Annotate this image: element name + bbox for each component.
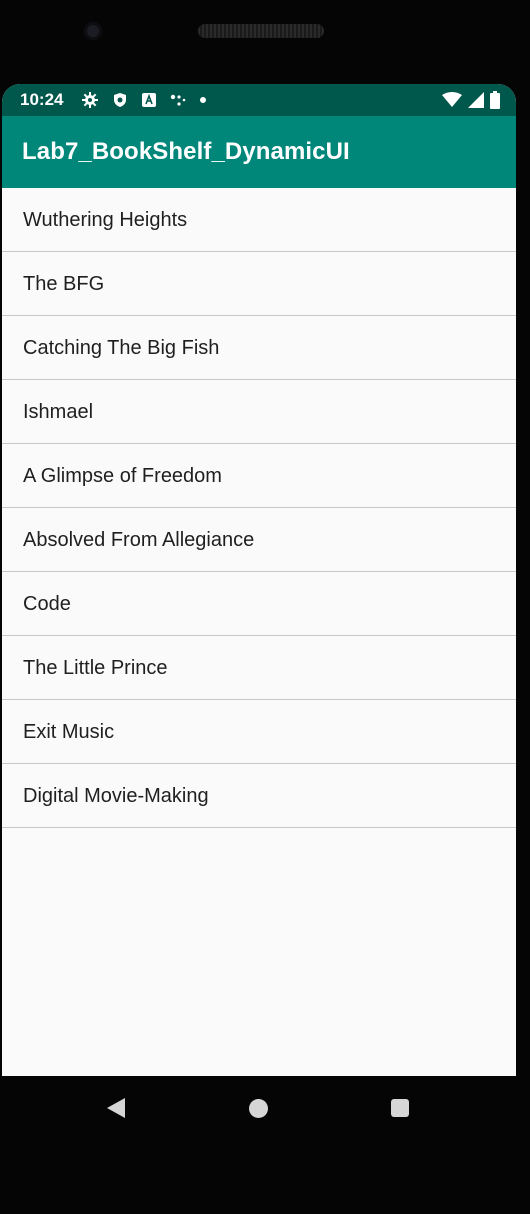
book-title: Catching The Big Fish <box>23 337 220 359</box>
back-icon[interactable] <box>107 1098 125 1118</box>
recents-icon[interactable] <box>391 1099 409 1117</box>
book-title: Code <box>23 593 71 615</box>
list-item[interactable]: Ishmael <box>2 380 516 444</box>
status-time: 10:24 <box>20 90 64 109</box>
list-item[interactable]: The BFG <box>2 252 516 316</box>
list-item[interactable]: Code <box>2 572 516 636</box>
list-item[interactable]: The Little Prince <box>2 636 516 700</box>
book-title: Wuthering Heights <box>23 209 188 231</box>
book-title: The Little Prince <box>23 657 168 679</box>
book-title: A Glimpse of Freedom <box>23 465 222 487</box>
cell-signal-icon <box>468 92 484 108</box>
book-title: Digital Movie-Making <box>23 785 209 807</box>
screen: 10:24 Lab7_BookShelf_DynamicUI Wuthering… <box>2 84 516 1076</box>
status-icons-right <box>442 90 500 110</box>
book-title: Absolved From Allegiance <box>23 529 255 551</box>
signal-dots-icon <box>170 94 186 106</box>
dot-icon <box>200 97 206 103</box>
battery-icon <box>490 91 500 109</box>
list-item[interactable]: Absolved From Allegiance <box>2 508 516 572</box>
a-badge-icon <box>142 93 156 107</box>
list-item[interactable]: Wuthering Heights <box>2 188 516 252</box>
status-icons-left <box>82 90 206 110</box>
shield-icon <box>114 93 126 107</box>
app-bar: Lab7_BookShelf_DynamicUI <box>2 116 516 188</box>
home-icon[interactable] <box>249 1099 268 1118</box>
list-item[interactable]: A Glimpse of Freedom <box>2 444 516 508</box>
front-camera <box>84 22 102 40</box>
phone-frame: 10:24 Lab7_BookShelf_DynamicUI Wuthering… <box>0 0 530 1214</box>
book-title: The BFG <box>23 273 105 295</box>
list-item[interactable]: Digital Movie-Making <box>2 764 516 828</box>
earpiece-speaker <box>198 24 324 38</box>
book-list: Wuthering Heights The BFG Catching The B… <box>2 188 516 828</box>
book-title: Ishmael <box>23 401 94 423</box>
list-item[interactable]: Exit Music <box>2 700 516 764</box>
app-title: Lab7_BookShelf_DynamicUI <box>22 138 350 165</box>
book-title: Exit Music <box>23 721 115 743</box>
gear-icon <box>82 92 98 108</box>
list-item[interactable]: Catching The Big Fish <box>2 316 516 380</box>
wifi-icon <box>442 92 462 107</box>
status-bar: 10:24 <box>2 84 516 116</box>
